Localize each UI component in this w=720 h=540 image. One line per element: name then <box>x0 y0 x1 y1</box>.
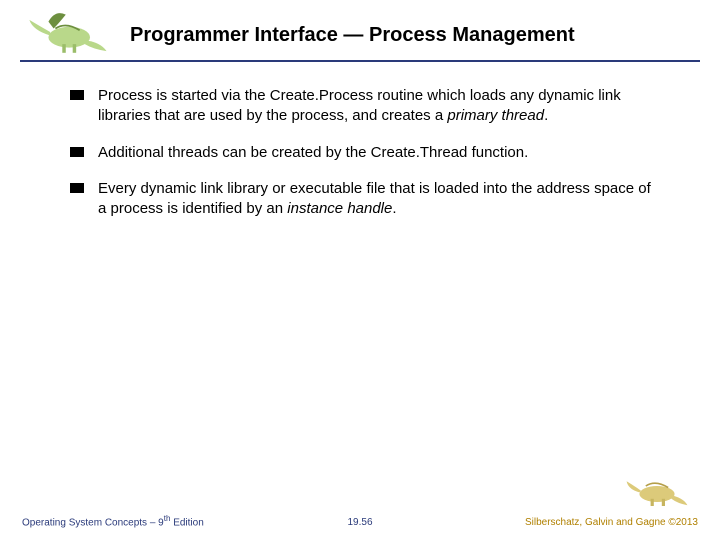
bullet-text: Additional threads can be created by the… <box>98 143 660 163</box>
bullet-text-italic: instance handle <box>287 200 392 217</box>
bullet-item: Additional threads can be created by the… <box>70 143 660 163</box>
bullet-text-italic: primary thread <box>447 107 544 124</box>
slide-title: Programmer Interface — Process Managemen… <box>130 24 575 47</box>
dinosaur-top-icon <box>20 6 115 58</box>
bullet-marker-icon <box>70 183 84 193</box>
bullet-text-suffix: . <box>392 200 396 217</box>
dinosaur-bottom-icon <box>622 470 692 510</box>
slide: Programmer Interface — Process Managemen… <box>0 0 720 540</box>
footer-left: Operating System Concepts – 9th Edition <box>22 514 204 528</box>
slide-header: Programmer Interface — Process Managemen… <box>20 0 700 62</box>
footer-left-a: Operating System Concepts – 9 <box>22 517 164 528</box>
bullet-marker-icon <box>70 147 84 157</box>
bullet-text: Process is started via the Create.Proces… <box>98 86 660 127</box>
bullet-text-suffix: . <box>544 107 548 124</box>
slide-content: Process is started via the Create.Proces… <box>0 62 720 219</box>
bullet-text-prefix: Additional threads can be created by the… <box>98 144 528 161</box>
bullet-item: Process is started via the Create.Proces… <box>70 86 660 127</box>
bullet-marker-icon <box>70 90 84 100</box>
footer-page-number: 19.56 <box>347 517 372 528</box>
bullet-text: Every dynamic link library or executable… <box>98 179 660 220</box>
footer-left-b: Edition <box>170 517 203 528</box>
bullet-item: Every dynamic link library or executable… <box>70 179 660 220</box>
footer-copyright: Silberschatz, Galvin and Gagne ©2013 <box>525 517 698 528</box>
